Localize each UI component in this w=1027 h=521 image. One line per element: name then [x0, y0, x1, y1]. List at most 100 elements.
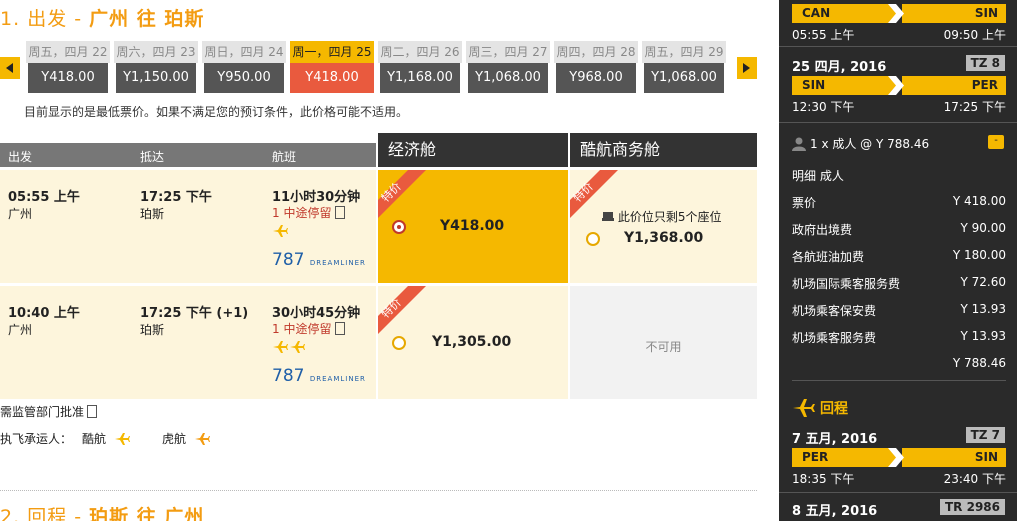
date-label: 周二，四月 26 [378, 41, 462, 63]
date-selector: 周五，四月 22 Y418.00 周六，四月 23 Y1,150.00 周日，四月 … [26, 41, 726, 97]
business-fare-unavailable: 不可用 [570, 286, 757, 399]
economy-fare-selected[interactable]: 特价 Y418.00 [378, 170, 568, 283]
flight-row: 10:40 上午 广州 17:25 下午 (+1) 珀斯 30小时45分钟 1 … [0, 286, 376, 399]
economy-fare[interactable]: 特价 Y1,305.00 [378, 286, 568, 399]
business-fare[interactable]: 特价 此价位只剩5个座位 Y1,368.00 [570, 170, 757, 283]
date-label: 周六，四月 23 [114, 41, 198, 63]
next-dates-button[interactable] [737, 57, 757, 79]
fee-row: 各航班油加费 Y 180.00 [792, 248, 1006, 264]
stopover-text: 1 中途停留 [272, 206, 332, 220]
flight-date: 25 四月, 2016 [792, 60, 887, 75]
plane-icon [793, 399, 815, 417]
fee-row: 机场乘客保安费 Y 13.93 [792, 302, 1006, 318]
unavailable-text: 不可用 [645, 340, 682, 354]
economy-radio[interactable] [392, 220, 406, 234]
date-label: 周三，四月 27 [466, 41, 550, 63]
seat-icon [602, 212, 614, 221]
date-option[interactable]: 周二，四月 26 Y1,168.00 [378, 41, 462, 97]
seats-left-note: 此价位只剩5个座位 [602, 208, 721, 225]
segment-bar: SIN PER [792, 76, 1006, 95]
document-icon [335, 322, 346, 335]
flight-date: 8 五月, 2016 [792, 504, 878, 519]
date-price: Y968.00 [556, 63, 636, 93]
price-notice: 目前显示的是最低票价。如果不满足您的预订条件，此价格可能不适用。 [24, 105, 409, 119]
arrow-chevron-icon [888, 448, 904, 467]
segment-times: 05:55 上午 09:50 上午 [792, 28, 1006, 42]
prev-dates-button[interactable] [0, 57, 20, 79]
chevron-right-icon [743, 63, 750, 73]
flight-row: 05:55 上午 广州 17:25 下午 珀斯 11小时30分钟 1 中途停留 … [0, 170, 376, 283]
flight-duration: 11小时30分钟 [272, 190, 361, 205]
arrival-time: 17:25 下午 [140, 190, 212, 205]
collapse-toggle-button[interactable]: - [988, 135, 1004, 149]
arrival-city: 珀斯 [140, 323, 165, 337]
plane-icon [195, 432, 211, 445]
section-divider [0, 490, 757, 491]
departure-time: 05:55 上午 [8, 190, 80, 205]
depart-header: 出发 [8, 150, 33, 164]
flight-code: TZ 7 [965, 427, 1005, 443]
segment-destination: SIN [902, 4, 1006, 23]
passenger-summary: 1 x 成人 @ Y 788.46 [792, 135, 929, 152]
departure-city: 广州 [8, 207, 33, 221]
arrival-city: 珀斯 [140, 207, 165, 221]
dreamliner-logo: 787 DREAMLINER [272, 366, 366, 386]
person-icon [792, 137, 806, 151]
segment-origin: PER [792, 448, 896, 467]
date-price: Y418.00 [290, 63, 374, 93]
date-price: Y1,068.00 [644, 63, 724, 93]
stopover-link[interactable]: 1 中途停留 [272, 204, 346, 221]
document-icon [335, 206, 346, 219]
segment-origin: SIN [792, 76, 896, 95]
economy-price: Y1,305.00 [432, 334, 512, 350]
economy-price: Y418.00 [440, 218, 505, 234]
date-price: Y950.00 [204, 63, 284, 93]
flight-code: TR 2986 [939, 499, 1005, 515]
segment-destination: SIN [902, 448, 1006, 467]
business-price: Y1,368.00 [624, 230, 704, 246]
date-price: Y418.00 [28, 63, 108, 93]
date-label: 周五，四月 22 [26, 41, 110, 63]
fee-row: 政府出境费 Y 90.00 [792, 221, 1006, 237]
date-option-selected[interactable]: 周一，四月 25 Y418.00 [290, 41, 374, 97]
date-label: 周日，四月 24 [202, 41, 286, 63]
date-label: 周五，四月 29 [642, 41, 726, 63]
booking-summary-sidebar: CAN SIN 05:55 上午 09:50 上午 25 四月, 2016 TZ … [779, 0, 1017, 521]
business-radio[interactable] [586, 232, 600, 246]
segment-times: 18:35 下午 23:40 下午 [792, 472, 1006, 486]
date-option[interactable]: 周日，四月 24 Y950.00 [202, 41, 286, 97]
flight-header: 航班 [272, 150, 297, 164]
date-option[interactable]: 周六，四月 23 Y1,150.00 [114, 41, 198, 97]
carrier-scoot: 酷航 [82, 430, 131, 447]
carrier-tigerair: 虎航 [162, 430, 211, 447]
regulatory-note: 需监管部门批准 [0, 403, 98, 420]
breakdown-title: 明细 成人 [792, 169, 844, 183]
segment-origin: CAN [792, 4, 896, 23]
stopover-text: 1 中途停留 [272, 322, 332, 336]
fee-row: 票价 Y 418.00 [792, 194, 1006, 210]
return-summary-title: 回程 [792, 398, 848, 418]
airline-plane-icons [272, 340, 306, 357]
date-price: Y1,168.00 [380, 63, 460, 93]
plane-icon [273, 341, 305, 353]
stopover-link[interactable]: 1 中途停留 [272, 320, 346, 337]
outbound-title: 1. 出发 - 广州 往 珀斯 [0, 8, 205, 30]
operating-carriers: 执飞承运人： 酷航 虎航 [0, 430, 232, 447]
economy-radio[interactable] [392, 336, 406, 350]
date-option[interactable]: 周五，四月 29 Y1,068.00 [642, 41, 726, 97]
flight-date: 7 五月, 2016 [792, 432, 878, 447]
divider [779, 492, 1017, 493]
divider [779, 122, 1017, 123]
chevron-left-icon [6, 63, 13, 73]
segment-bar: PER SIN [792, 448, 1006, 467]
plane-icon [273, 225, 288, 237]
date-option[interactable]: 周四，四月 28 Y968.00 [554, 41, 638, 97]
departure-time: 10:40 上午 [8, 306, 80, 321]
business-header: 酷航商务舱 [570, 133, 757, 167]
date-option[interactable]: 周三，四月 27 Y1,068.00 [466, 41, 550, 97]
date-label: 周一，四月 25 [290, 41, 374, 63]
arrow-chevron-icon [888, 76, 904, 95]
departure-city: 广州 [8, 323, 33, 337]
date-option[interactable]: 周五，四月 22 Y418.00 [26, 41, 110, 97]
arrive-header: 抵达 [140, 150, 165, 164]
